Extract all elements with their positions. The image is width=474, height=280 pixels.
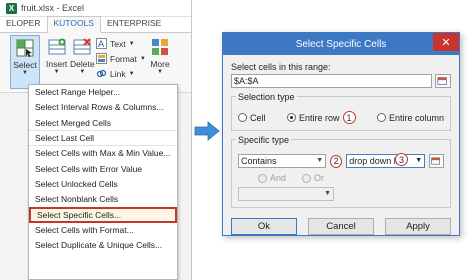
- text-dropdown-icon: ▼: [128, 40, 135, 47]
- radio-or-dot: [302, 173, 312, 183]
- range-input[interactable]: $A:$A: [231, 74, 432, 88]
- menu-item-select-interval-rows[interactable]: Select Interval Rows & Columns...: [29, 100, 177, 115]
- condition-row-1: Contains ▼ 2 drop down list ▼: [238, 154, 444, 168]
- condition-select-2[interactable]: ▼: [238, 187, 334, 201]
- radio-entire-row-label: Entire row: [298, 112, 340, 123]
- apply-button[interactable]: Apply: [385, 218, 451, 235]
- specific-type-group: Specific type Contains ▼ 2 drop down lis…: [231, 135, 451, 208]
- menu-item-select-merged-cells[interactable]: Select Merged Cells: [29, 116, 177, 131]
- more-dropdown-icon: ▼: [157, 69, 163, 75]
- menu-item-select-duplicate[interactable]: Select Duplicate & Unique Cells...: [29, 238, 177, 253]
- text-menu[interactable]: A Text ▼: [96, 37, 146, 50]
- radio-entire-column-label: Entire column: [388, 112, 444, 123]
- step-badge-2: 2: [330, 154, 343, 168]
- radio-entire-row-dot: [286, 113, 296, 122]
- step-badge-1: 1: [342, 111, 356, 124]
- ribbon-tabs: ELOPER KUTOOLS ENTERPRISE: [0, 16, 191, 33]
- menu-item-select-cells-format[interactable]: Select Cells with Format...: [29, 223, 177, 238]
- tab-developer[interactable]: ELOPER: [0, 16, 47, 32]
- step-badge-3: 3: [395, 153, 408, 166]
- selection-type-group: Selection type Cell Entire row 1 Entire …: [231, 92, 451, 131]
- insert-button-label: Insert: [46, 59, 68, 69]
- selection-type-title: Selection type: [236, 92, 297, 102]
- insert-icon: [48, 38, 66, 55]
- tab-kutools[interactable]: KUTOOLS: [46, 16, 101, 33]
- range-row: $A:$A: [231, 74, 451, 88]
- menu-item-select-specific-cells[interactable]: Select Specific Cells...: [29, 207, 177, 223]
- excel-titlebar: X fruit.xlsx - Excel: [0, 0, 191, 17]
- logic-row: And Or: [238, 173, 444, 183]
- menu-item-select-max-min[interactable]: Select Cells with Max & Min Value...: [29, 146, 177, 161]
- svg-text:A: A: [98, 40, 105, 49]
- more-button-label: More: [150, 59, 170, 69]
- value-input[interactable]: drop down list ▼: [346, 154, 426, 168]
- select-icon: [16, 39, 34, 57]
- delete-icon: [73, 38, 91, 55]
- radio-and-label: And: [270, 173, 287, 183]
- select-dropdown-icon: ▼: [22, 70, 28, 76]
- text-menu-label: Text: [110, 38, 126, 49]
- range-label: Select cells in this range:: [231, 62, 331, 72]
- format-menu[interactable]: Format ▼: [96, 52, 146, 65]
- excel-window: X fruit.xlsx - Excel ELOPER KUTOOLS ENTE…: [0, 0, 192, 280]
- radio-cell-dot: [238, 113, 247, 122]
- select-dropdown-menu: Select Range Helper... Select Interval R…: [28, 84, 178, 280]
- dialog-titlebar: Select Specific Cells ✕: [223, 33, 459, 55]
- delete-button[interactable]: Delete ▼: [70, 37, 95, 75]
- link-dropdown-icon: ▼: [128, 70, 135, 77]
- selection-type-radios: Cell Entire row 1 Entire column: [238, 111, 444, 124]
- format-icon: [96, 53, 107, 64]
- tab-enterprise[interactable]: ENTERPRISE: [101, 16, 167, 32]
- excel-title: fruit.xlsx - Excel: [21, 3, 85, 13]
- radio-entire-column[interactable]: Entire column: [376, 112, 444, 123]
- delete-dropdown-icon: ▼: [79, 69, 86, 75]
- more-icon: [152, 39, 168, 55]
- radio-and-dot: [258, 173, 267, 183]
- link-menu[interactable]: Link ▼: [96, 67, 146, 80]
- radio-or[interactable]: Or: [302, 173, 324, 183]
- radio-entire-column-dot: [376, 113, 386, 122]
- more-button[interactable]: More ▼: [150, 37, 170, 75]
- dialog-body: Select cells in this range: $A:$A Select…: [223, 55, 459, 239]
- select-button[interactable]: Select ▼: [10, 35, 40, 89]
- radio-or-label: Or: [314, 173, 325, 183]
- link-icon: [96, 69, 107, 78]
- small-items-group: A Text ▼ Format ▼ Link ▼: [96, 37, 146, 80]
- menu-item-select-range-helper[interactable]: Select Range Helper...: [29, 85, 177, 100]
- cancel-button[interactable]: Cancel: [308, 218, 374, 235]
- format-menu-label: Format: [110, 53, 137, 64]
- delete-button-label: Delete: [70, 59, 95, 69]
- specific-type-title: Specific type: [236, 135, 292, 145]
- format-dropdown-icon: ▼: [139, 55, 146, 62]
- ok-button[interactable]: Ok: [231, 218, 297, 235]
- select-specific-cells-dialog: Select Specific Cells ✕ Select cells in …: [222, 32, 460, 236]
- close-icon[interactable]: ✕: [433, 33, 459, 51]
- range-picker-icon[interactable]: [435, 74, 451, 88]
- right-arrow-icon: [194, 121, 220, 141]
- select-button-label: Select: [13, 60, 37, 70]
- menu-item-select-last-cell[interactable]: Select Last Cell: [29, 131, 177, 147]
- chevron-down-icon-2: ▼: [324, 190, 331, 197]
- condition-select-value: Contains: [241, 156, 277, 166]
- dialog-buttons: Ok Cancel Apply: [231, 218, 451, 235]
- text-icon: A: [96, 38, 107, 49]
- chevron-down-icon: ▼: [316, 157, 324, 164]
- value-picker-icon[interactable]: [429, 154, 444, 168]
- excel-logo-icon: X: [6, 2, 17, 14]
- menu-item-select-nonblank[interactable]: Select Nonblank Cells: [29, 192, 177, 207]
- dialog-title: Select Specific Cells: [295, 38, 387, 50]
- radio-cell[interactable]: Cell: [238, 113, 266, 123]
- radio-cell-label: Cell: [250, 112, 266, 123]
- radio-and[interactable]: And: [258, 173, 286, 183]
- link-menu-label: Link: [110, 68, 126, 79]
- condition-row-2: ▼: [238, 187, 444, 201]
- insert-button[interactable]: Insert ▼: [46, 37, 67, 75]
- menu-item-select-error-value[interactable]: Select Cells with Error Value: [29, 161, 177, 176]
- insert-dropdown-icon: ▼: [53, 69, 60, 75]
- value-chevron-down-icon: ▼: [415, 157, 423, 164]
- radio-entire-row[interactable]: Entire row 1: [286, 111, 356, 124]
- menu-item-select-unlocked[interactable]: Select Unlocked Cells: [29, 177, 177, 192]
- condition-select[interactable]: Contains ▼: [238, 154, 327, 168]
